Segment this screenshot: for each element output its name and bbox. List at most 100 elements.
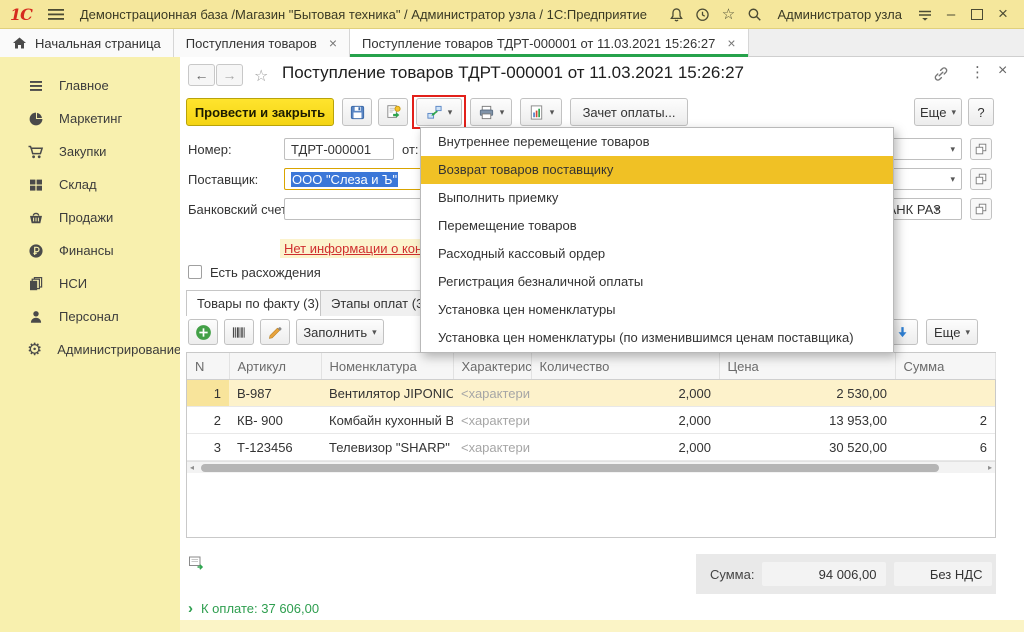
bottom-strip bbox=[180, 620, 1024, 632]
person-icon bbox=[27, 308, 44, 325]
menu-item-cash-outflow-order[interactable]: Расходный кассовый ордер bbox=[421, 240, 893, 268]
dropdown-caret-icon[interactable]: ▾ bbox=[950, 144, 955, 155]
sidebar-item-main[interactable]: Главное bbox=[0, 69, 180, 102]
sidebar-item-sales[interactable]: Продажи bbox=[0, 201, 180, 234]
sidebar-item-label: Финансы bbox=[59, 243, 114, 258]
table-row[interactable]: 1 B-987 Вентилятор JIPONIC (... <характе… bbox=[187, 380, 995, 407]
sidebar-item-administration[interactable]: ⚙ Администрирование bbox=[0, 333, 180, 366]
print-button[interactable]: ▾ bbox=[470, 98, 512, 126]
help-button[interactable]: ? bbox=[968, 98, 994, 126]
minimize-icon[interactable]: – bbox=[938, 4, 964, 24]
post-and-close-button[interactable]: Провести и закрыть bbox=[186, 98, 334, 126]
maximize-icon[interactable] bbox=[964, 4, 990, 24]
fill-button[interactable]: Заполнить▾ bbox=[296, 319, 384, 345]
search-icon[interactable] bbox=[741, 4, 767, 24]
tab-receipts-list[interactable]: Поступления товаров × bbox=[174, 29, 350, 57]
sidebar-item-nsi[interactable]: НСИ bbox=[0, 267, 180, 300]
col-price[interactable]: Цена bbox=[719, 353, 895, 380]
tab-close-icon[interactable]: × bbox=[727, 35, 735, 51]
get-link-icon[interactable] bbox=[932, 65, 950, 83]
col-n[interactable]: N bbox=[187, 353, 229, 380]
close-document-icon[interactable]: × bbox=[998, 62, 1007, 80]
supplier-label: Поставщик: bbox=[188, 172, 258, 187]
dropdown-caret-icon[interactable]: ▾ bbox=[950, 174, 955, 185]
more-dots-icon[interactable]: ⋮ bbox=[970, 63, 985, 81]
menu-item-noncash-payment[interactable]: Регистрация безналичной оплаты bbox=[421, 268, 893, 296]
service-menu-icon[interactable] bbox=[912, 4, 938, 24]
current-user[interactable]: Администратор узла bbox=[777, 7, 902, 22]
menu-item-internal-transfer[interactable]: Внутреннее перемещение товаров bbox=[421, 128, 893, 156]
tab-close-icon[interactable]: × bbox=[329, 35, 337, 51]
table-row[interactable]: 3 Т-123456 Телевизор "SHARP" <характери.… bbox=[187, 434, 995, 461]
warehouse-open-button[interactable] bbox=[970, 168, 992, 190]
organization-open-button[interactable] bbox=[970, 138, 992, 160]
sum-value: 94 006,00 bbox=[762, 562, 886, 586]
menu-item-set-prices-changed[interactable]: Установка цен номенклатуры (по изменивши… bbox=[421, 324, 893, 352]
more-button[interactable]: Еще▾ bbox=[914, 98, 962, 126]
sidebar-item-purchases[interactable]: Закупки bbox=[0, 135, 180, 168]
to-pay-link[interactable]: › К оплате: 37 606,00 bbox=[188, 600, 319, 617]
edit-row-button[interactable] bbox=[260, 319, 290, 345]
sidebar-item-finance[interactable]: Финансы bbox=[0, 234, 180, 267]
menu-item-perform-acceptance[interactable]: Выполнить приемку bbox=[421, 184, 893, 212]
col-sum[interactable]: Сумма bbox=[895, 353, 995, 380]
col-nomenclature[interactable]: Номенклатура bbox=[321, 353, 453, 380]
sidebar-item-label: Продажи bbox=[59, 210, 113, 225]
create-based-on-button[interactable]: ▾ bbox=[416, 98, 462, 126]
post-button[interactable] bbox=[378, 98, 408, 126]
reports-button[interactable]: ▾ bbox=[520, 98, 562, 126]
tab-goods-by-fact[interactable]: Товары по факту (3) bbox=[186, 290, 330, 316]
close-window-icon[interactable]: × bbox=[990, 4, 1016, 24]
menu-item-goods-transfer[interactable]: Перемещение товаров bbox=[421, 212, 893, 240]
main-menu-icon[interactable] bbox=[48, 8, 64, 21]
sidebar-item-label: Администрирование bbox=[57, 342, 181, 357]
org-bank-open-button[interactable] bbox=[970, 198, 992, 220]
1c-logo-icon: 1С bbox=[10, 5, 32, 24]
favorites-star-icon[interactable]: ☆ bbox=[715, 4, 741, 24]
history-icon[interactable] bbox=[689, 4, 715, 24]
items-more-button[interactable]: Еще▾ bbox=[926, 319, 978, 345]
tab-receipt-document[interactable]: Поступление товаров ТДРТ-000001 от 11.03… bbox=[350, 29, 749, 57]
sidebar-item-label: Персонал bbox=[59, 309, 119, 324]
sidebar-item-personnel[interactable]: Персонал bbox=[0, 300, 180, 333]
number-field[interactable]: ТДРТ-000001 bbox=[284, 138, 394, 160]
forward-button[interactable]: → bbox=[216, 64, 243, 86]
col-quantity[interactable]: Количество bbox=[531, 353, 719, 380]
col-characteristic[interactable]: Характерис... bbox=[453, 353, 531, 380]
favorite-star-icon[interactable]: ☆ bbox=[254, 66, 268, 86]
sidebar-item-warehouse[interactable]: Склад bbox=[0, 168, 180, 201]
post-document-icon bbox=[385, 104, 402, 121]
no-info-link[interactable]: Нет информации о кон bbox=[280, 239, 426, 258]
comment-button[interactable] bbox=[188, 554, 205, 571]
horizontal-scrollbar[interactable]: ◂ ▸ bbox=[187, 461, 995, 473]
scrollbar-thumb[interactable] bbox=[201, 464, 939, 472]
scroll-right-icon[interactable]: ▸ bbox=[988, 462, 992, 474]
menu-item-return-to-supplier[interactable]: Возврат товаров поставщику bbox=[421, 156, 893, 184]
create-based-on-icon bbox=[426, 104, 443, 121]
shopping-cart-icon bbox=[27, 143, 44, 160]
back-button[interactable]: ← bbox=[188, 64, 215, 86]
save-button[interactable] bbox=[342, 98, 372, 126]
col-article[interactable]: Артикул bbox=[229, 353, 321, 380]
notifications-bell-icon[interactable] bbox=[663, 4, 689, 24]
offset-payment-button[interactable]: Зачет оплаты... bbox=[570, 98, 688, 126]
tabbar: Начальная страница Поступления товаров ×… bbox=[0, 29, 1024, 57]
sidebar-item-marketing[interactable]: Маркетинг bbox=[0, 102, 180, 135]
vat-value[interactable]: Без НДС bbox=[894, 562, 992, 586]
pie-chart-icon bbox=[27, 110, 44, 127]
table-row[interactable]: 2 КВ- 900 Комбайн кухонный BI... <характ… bbox=[187, 407, 995, 434]
barcode-scan-button[interactable] bbox=[224, 319, 254, 345]
sidebar-item-label: Маркетинг bbox=[59, 111, 122, 126]
table-header-row: N Артикул Номенклатура Характерис... Кол… bbox=[187, 353, 995, 380]
tab-home[interactable]: Начальная страница bbox=[0, 29, 174, 57]
discrepancy-checkbox[interactable] bbox=[188, 265, 202, 279]
open-icon bbox=[974, 142, 988, 156]
menu-item-set-prices[interactable]: Установка цен номенклатуры bbox=[421, 296, 893, 324]
floppy-icon bbox=[349, 104, 366, 121]
dropdown-caret-icon[interactable]: ▾ bbox=[934, 204, 939, 215]
scroll-left-icon[interactable]: ◂ bbox=[190, 462, 194, 474]
arrow-down-icon bbox=[895, 325, 910, 340]
tab-home-label: Начальная страница bbox=[35, 36, 161, 51]
app-window: 1С Демонстрационная база /Магазин "Бытов… bbox=[0, 0, 1024, 632]
add-row-button[interactable] bbox=[188, 319, 218, 345]
